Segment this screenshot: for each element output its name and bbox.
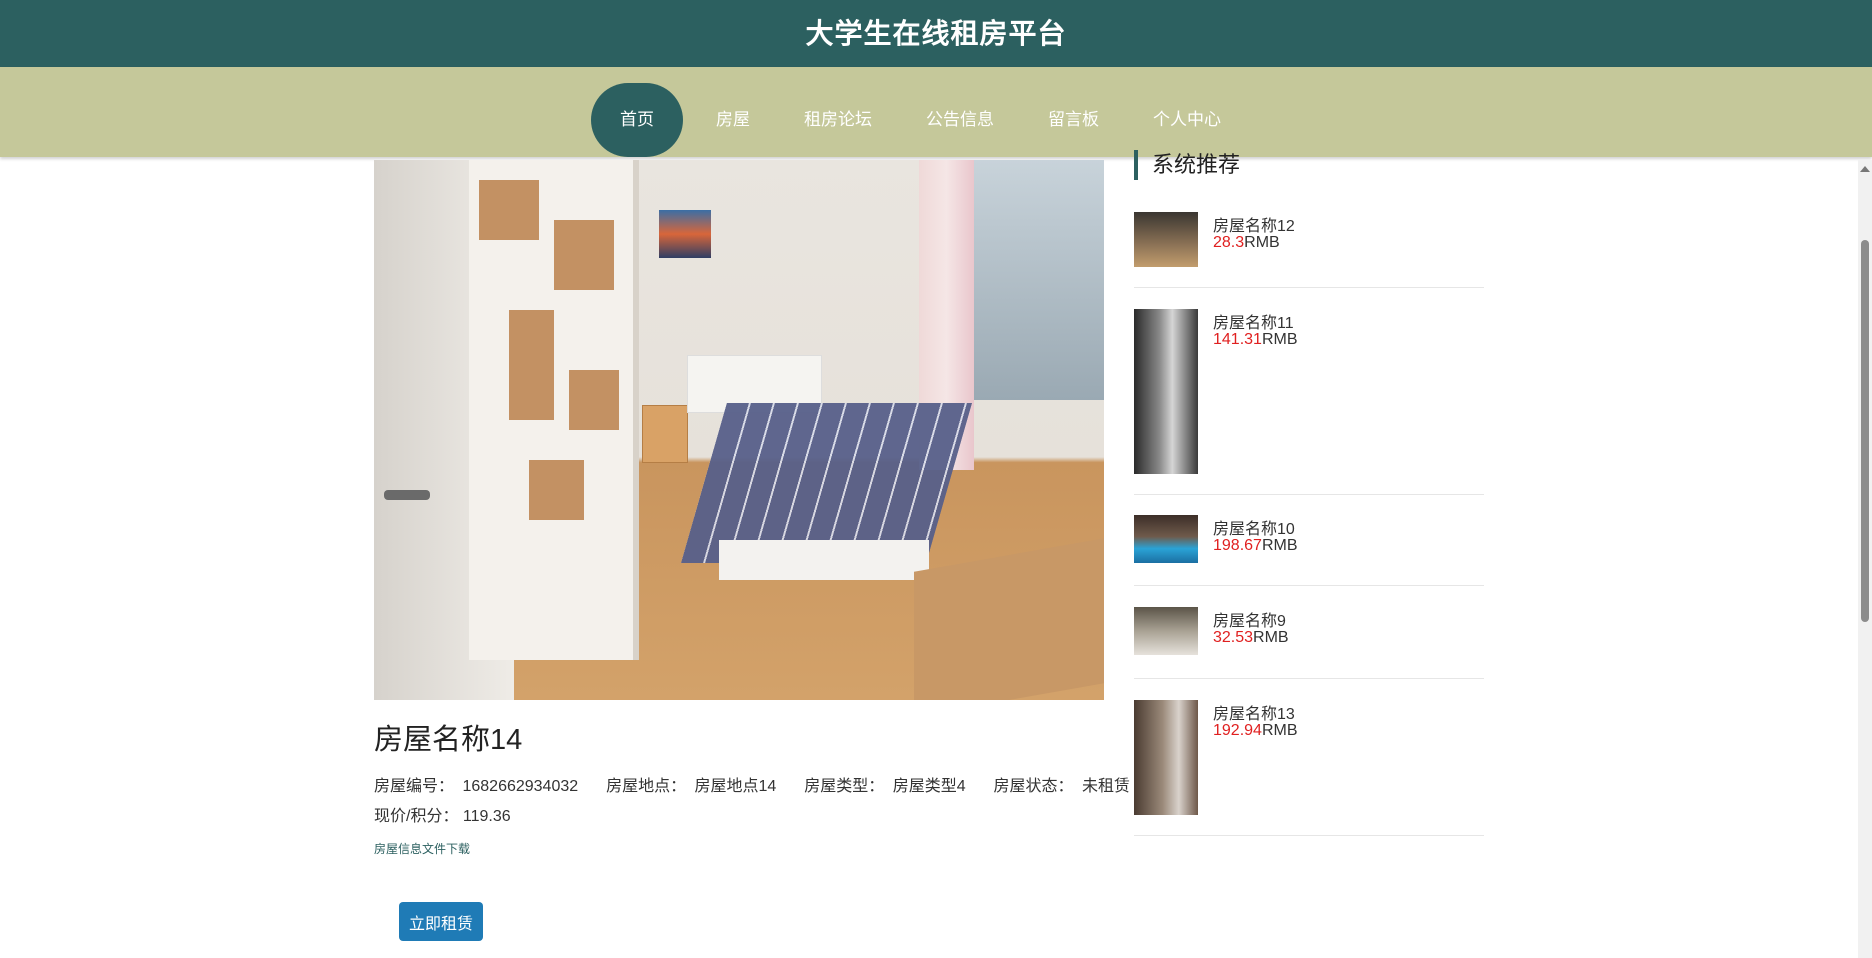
house-price-value: 119.36 <box>462 808 511 825</box>
house-status-label: 房屋状态： <box>993 778 1074 795</box>
recommend-price-unit: RMB <box>1261 537 1298 554</box>
photo-door-handle <box>384 490 430 500</box>
photo-bed-base <box>719 540 929 580</box>
house-status-value: 未租赁 <box>1082 778 1131 795</box>
house-detail: 房屋名称14 房屋编号： 1682662934032 房屋地点： 房屋地点14 … <box>374 720 1130 941</box>
recommend-item-name[interactable]: 房屋名称12 <box>1213 212 1295 236</box>
house-price-label: 现价/积分： <box>374 808 459 825</box>
recommend-price-unit: RMB <box>1244 234 1280 251</box>
recommend-thumbnail[interactable] <box>1134 212 1198 267</box>
house-file-download-link[interactable]: 房屋信息文件下载 <box>374 840 470 857</box>
house-location-value: 房屋地点14 <box>694 778 777 795</box>
recommend-thumbnail[interactable] <box>1134 607 1198 655</box>
photo-wall-art <box>659 210 711 258</box>
house-type-label: 房屋类型： <box>804 778 885 795</box>
site-header: 大学生在线租房平台 <box>0 0 1872 67</box>
nav-item-message-board[interactable]: 留言板 <box>1021 83 1126 157</box>
house-name: 房屋名称14 <box>374 724 523 756</box>
photo-desk <box>914 538 1104 700</box>
recommend-item-name[interactable]: 房屋名称9 <box>1213 607 1286 631</box>
recommend-title: 系统推荐 <box>1134 150 1240 180</box>
recommend-price-amount: 32.53 <box>1213 629 1254 646</box>
nav-item-houses[interactable]: 房屋 <box>689 83 777 157</box>
recommend-item[interactable]: 房屋名称11 141.31RMB <box>1134 309 1484 495</box>
house-main-photo <box>374 160 1104 700</box>
house-info-line: 房屋编号： 1682662934032 房屋地点： 房屋地点14 房屋类型： 房… <box>374 772 1134 796</box>
recommend-thumbnail[interactable] <box>1134 309 1198 474</box>
photo-shelf <box>469 160 639 660</box>
recommend-item-price: 198.67RMB <box>1213 537 1298 555</box>
recommend-price-unit: RMB <box>1261 722 1298 739</box>
recommend-item-name[interactable]: 房屋名称11 <box>1213 309 1294 333</box>
recommend-thumbnail[interactable] <box>1134 700 1198 815</box>
recommend-price-unit: RMB <box>1253 629 1289 646</box>
nav-list: 首页 房屋 租房论坛 公告信息 留言板 个人中心 <box>591 83 1248 157</box>
recommend-price-amount: 141.31 <box>1213 331 1262 348</box>
recommend-item-price: 28.3RMB <box>1213 234 1280 252</box>
recommend-price-unit: RMB <box>1261 331 1298 348</box>
house-id-value: 1682662934032 <box>462 778 579 795</box>
main-nav: 首页 房屋 租房论坛 公告信息 留言板 个人中心 <box>0 67 1872 157</box>
house-type-value: 房屋类型4 <box>892 778 966 795</box>
rent-now-button[interactable]: 立即租赁 <box>399 902 483 941</box>
page-scrollbar[interactable] <box>1858 160 1872 958</box>
recommend-price-amount: 28.3 <box>1213 234 1245 251</box>
photo-bed <box>681 403 972 563</box>
recommend-item-price: 141.31RMB <box>1213 331 1298 349</box>
recommend-item[interactable]: 房屋名称12 28.3RMB <box>1134 212 1484 288</box>
recommend-item-name[interactable]: 房屋名称10 <box>1213 515 1295 539</box>
recommend-item-name[interactable]: 房屋名称13 <box>1213 700 1295 724</box>
nav-item-forum[interactable]: 租房论坛 <box>777 83 899 157</box>
scroll-up-arrow-icon[interactable] <box>1860 166 1870 172</box>
nav-item-announcements[interactable]: 公告信息 <box>899 83 1021 157</box>
recommend-item[interactable]: 房屋名称9 32.53RMB <box>1134 607 1484 679</box>
site-title: 大学生在线租房平台 <box>805 18 1067 49</box>
nav-item-home[interactable]: 首页 <box>591 83 683 157</box>
recommend-price-amount: 192.94 <box>1213 722 1262 739</box>
recommend-thumbnail[interactable] <box>1134 515 1198 563</box>
house-price-line: 现价/积分： 119.36 <box>374 802 511 826</box>
nav-item-profile[interactable]: 个人中心 <box>1126 83 1248 157</box>
recommend-item[interactable]: 房屋名称10 198.67RMB <box>1134 515 1484 586</box>
photo-window <box>952 160 1104 400</box>
house-id-label: 房屋编号： <box>374 778 455 795</box>
house-location-label: 房屋地点： <box>606 778 687 795</box>
recommend-item-price: 32.53RMB <box>1213 629 1289 647</box>
recommend-item[interactable]: 房屋名称13 192.94RMB <box>1134 700 1484 836</box>
photo-nightstand <box>642 405 688 463</box>
scrollbar-thumb[interactable] <box>1861 240 1869 622</box>
recommend-price-amount: 198.67 <box>1213 537 1262 554</box>
recommend-item-price: 192.94RMB <box>1213 722 1298 740</box>
